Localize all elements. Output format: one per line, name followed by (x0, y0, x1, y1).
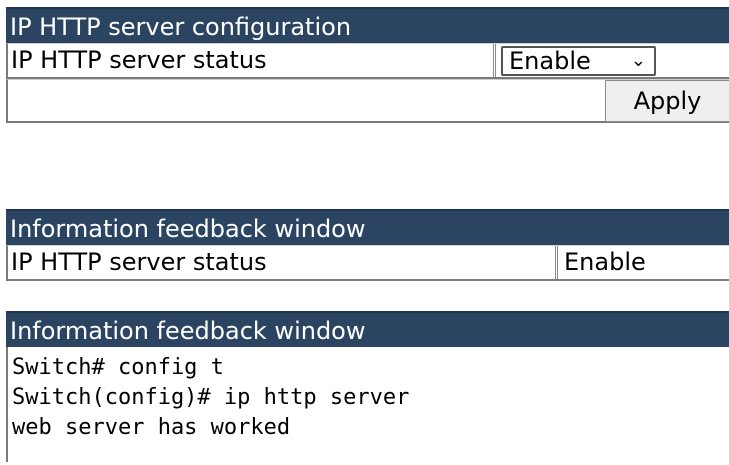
console-output: Switch# config t Switch(config)# ip http… (6, 347, 729, 462)
feedback-panel-console: Information feedback window Switch# conf… (6, 311, 729, 462)
chevron-down-icon: ⌄ (630, 50, 646, 71)
status-row: IP HTTP server status Enable ⌄ (6, 43, 729, 79)
feedback-status-row: IP HTTP server status Enable (6, 245, 729, 281)
apply-button[interactable]: Apply (605, 80, 729, 122)
status-select[interactable]: Enable ⌄ (501, 46, 656, 76)
config-panel-title: IP HTTP server configuration (6, 7, 729, 43)
console-line: Switch# config t (12, 355, 224, 380)
feedback-panel-status: Information feedback window IP HTTP serv… (6, 209, 729, 281)
console-line: web server has worked (12, 415, 291, 440)
status-cell: Enable ⌄ (496, 44, 729, 77)
ip-http-server-config-panel: IP HTTP server configuration IP HTTP ser… (6, 7, 729, 123)
status-select-value: Enable (509, 47, 591, 75)
feedback-status-value: Enable (564, 248, 646, 276)
feedback-status-cell: Enable (558, 246, 729, 279)
apply-cell: Apply (8, 80, 729, 122)
apply-row: Apply (6, 79, 729, 123)
console-line: Switch(config)# ip http server (12, 385, 410, 410)
feedback-panel-title: Information feedback window (6, 209, 729, 245)
status-label: IP HTTP server status (8, 44, 496, 77)
console-panel-title: Information feedback window (6, 311, 729, 347)
feedback-status-label: IP HTTP server status (8, 246, 558, 279)
